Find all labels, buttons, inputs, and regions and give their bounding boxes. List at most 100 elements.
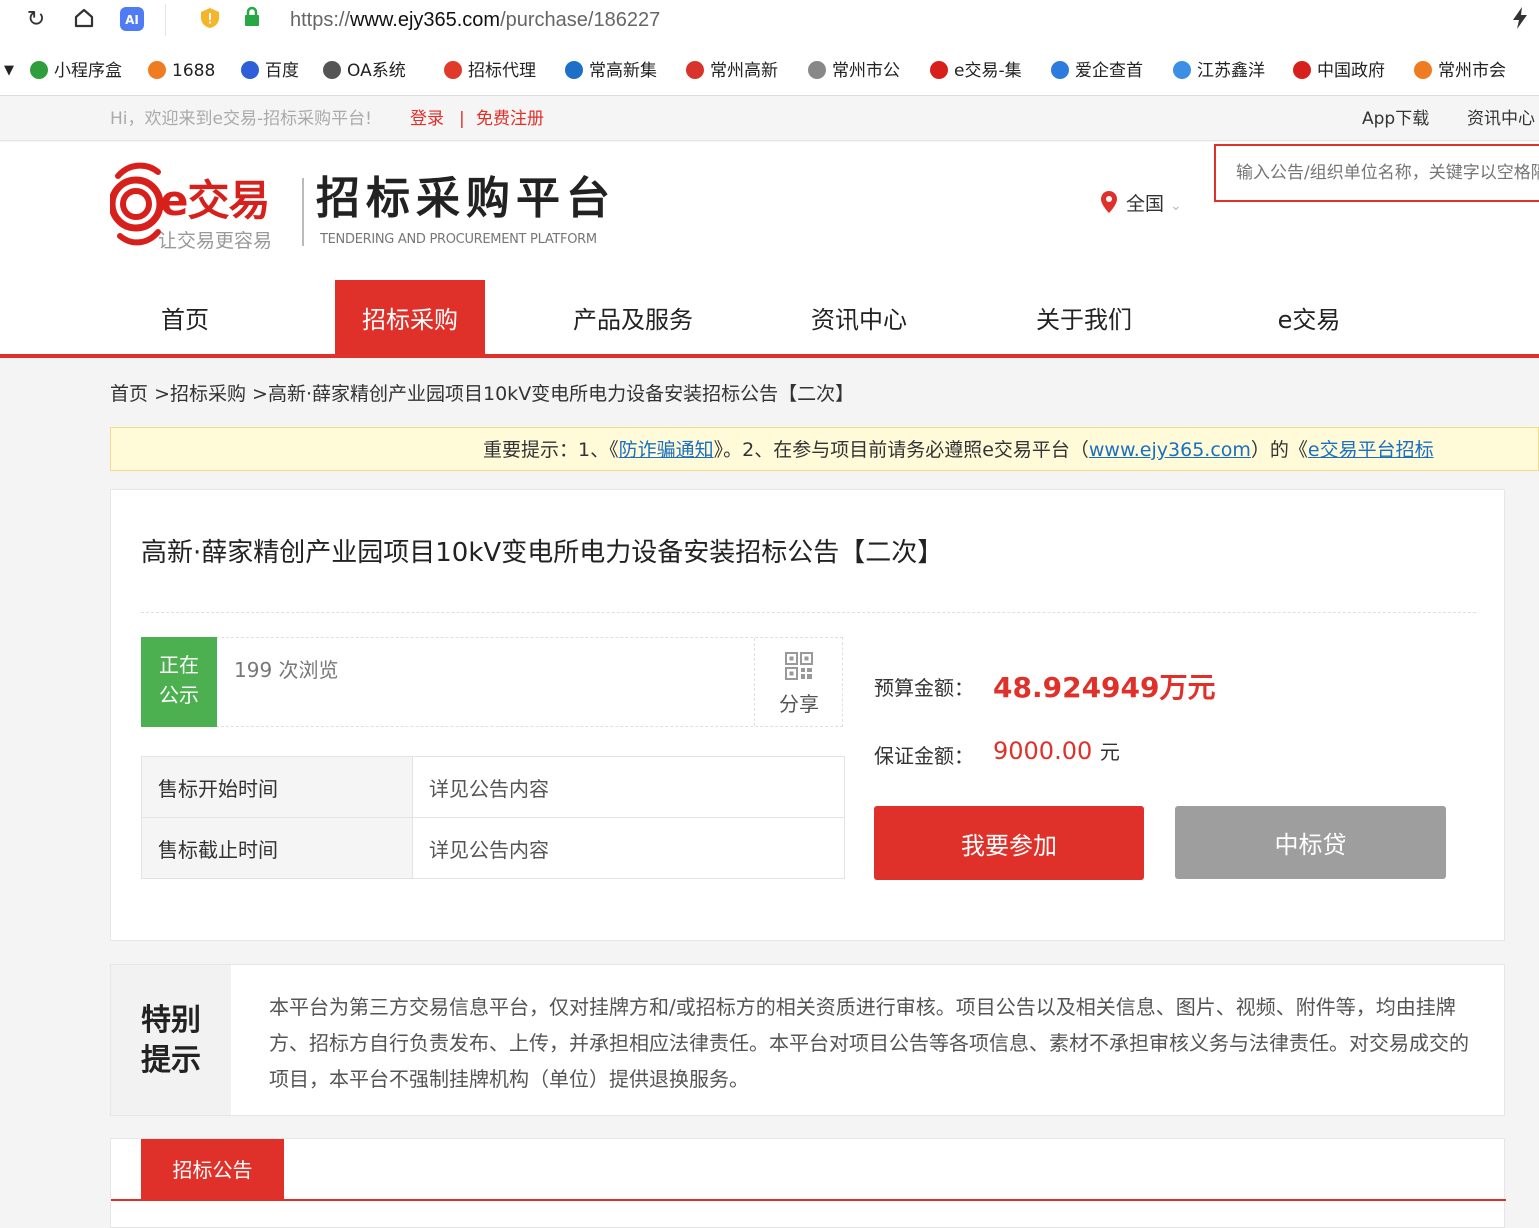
bookmark-item[interactable]: e交易-集 (930, 58, 1038, 84)
logo-name[interactable]: e交易 (160, 176, 270, 226)
lightning-icon[interactable] (1506, 6, 1534, 34)
breadcrumb-home[interactable]: 首页 (110, 383, 148, 405)
deposit-unit: 元 (1099, 740, 1120, 764)
deposit-value: 9000.00 (993, 737, 1093, 765)
top-strip: Hi，欢迎来到e交易-招标采购平台! 登录 | 免费注册 App下载 资讯中心 (0, 97, 1539, 141)
budget-value: 48.924949万元 (993, 671, 1216, 704)
bookmark-label: 小程序盒 (54, 61, 122, 81)
table-row: 售标截止时间 详见公告内容 (141, 817, 845, 879)
region-selector[interactable]: 全国 ⌄ (1100, 190, 1182, 220)
oa-icon (323, 61, 341, 79)
platform-rules-link[interactable]: e交易平台招标 (1308, 439, 1434, 461)
platform-name: 招标采购平台 (316, 173, 616, 224)
welcome-text: Hi，欢迎来到e交易-招标采购平台! (110, 109, 372, 129)
special-notice-heading: 特别 提示 (111, 965, 231, 1115)
app-download-link[interactable]: App下载 (1362, 107, 1429, 131)
bookmark-item[interactable]: 江苏鑫洋 (1173, 58, 1281, 84)
bookmark-label: 爱企查首 (1075, 61, 1143, 81)
location-pin-icon (1101, 191, 1117, 213)
czsh-icon (1414, 61, 1432, 79)
announcement-section: 招标公告 (110, 1138, 1506, 1228)
browser-chrome: ↻ AI https://www.ejy365.com/purchase/186… (0, 0, 1539, 96)
bookmark-item[interactable]: 招标代理 (444, 58, 552, 84)
bookmarks-menu-arrow-icon[interactable]: ▼ (4, 58, 14, 84)
status-badge: 正在公示 (141, 637, 217, 727)
bookmark-item[interactable]: 1688 (148, 58, 256, 84)
baidu-icon (241, 61, 259, 79)
anti-fraud-link[interactable]: 防诈骗通知 (619, 439, 714, 461)
important-notice: 重要提示：1、《防诈骗通知》。2、在参与项目前请务必遵照e交易平台（www.ej… (110, 427, 1539, 471)
project-title: 高新·薛家精创产业园项目10kV变电所电力设备安装招标公告【二次】 (141, 538, 944, 568)
reload-icon[interactable]: ↻ (22, 6, 50, 34)
breadcrumb-section[interactable]: 招标采购 (170, 383, 246, 405)
search-input[interactable] (1236, 158, 1539, 188)
1688-icon (148, 61, 166, 79)
bookmark-label: 常州市会 (1438, 61, 1506, 81)
cgx-icon (565, 61, 583, 79)
bookmark-label: 中国政府 (1317, 61, 1385, 81)
bookmark-label: OA系统 (347, 61, 406, 81)
share-button[interactable]: 分享 (754, 638, 842, 726)
bid-loan-button[interactable]: 中标贷 (1175, 806, 1446, 879)
czgx-icon (686, 61, 704, 79)
deposit-label: 保证金额： (874, 744, 974, 768)
shield-icon (30, 61, 48, 79)
lock-icon[interactable] (238, 6, 266, 34)
bookmark-label: 常州高新 (710, 61, 778, 81)
tab-bid-announcement[interactable]: 招标公告 (141, 1139, 284, 1200)
bookmark-item[interactable]: 中国政府 (1293, 58, 1401, 84)
share-label: 分享 (779, 692, 819, 716)
nav-products[interactable]: 产品及服务 (558, 280, 708, 354)
special-notice-heading-line2: 提示 (141, 1043, 201, 1078)
nav-ejy[interactable]: e交易 (1234, 280, 1384, 354)
project-card: 高新·薛家精创产业园项目10kV变电所电力设备安装招标公告【二次】 正在公示 1… (110, 489, 1505, 941)
sale-start-label: 售标开始时间 (141, 756, 413, 818)
site-link[interactable]: www.ejy365.com (1089, 439, 1251, 461)
ai-icon[interactable]: AI (118, 6, 146, 34)
main-nav: 首页 招标采购 产品及服务 资讯中心 关于我们 e交易 (0, 280, 1539, 354)
view-count: 199 次浏览 (234, 658, 339, 682)
topbar-separator: | (459, 109, 465, 129)
logo-slogan: 让交易更容易 (158, 230, 273, 252)
register-link[interactable]: 免费注册 (476, 107, 544, 131)
qr-code-icon (785, 652, 813, 680)
chrome-divider (165, 4, 166, 36)
emblem-icon (1293, 61, 1311, 79)
budget-label: 预算金额： (874, 676, 974, 700)
news-center-link[interactable]: 资讯中心 (1467, 107, 1535, 131)
sale-end-label: 售标截止时间 (141, 817, 413, 879)
sale-end-value: 详见公告内容 (412, 817, 845, 879)
special-notice-heading-line1: 特别 (141, 1003, 201, 1038)
nav-home[interactable]: 首页 (110, 280, 260, 354)
status-bar: 正在公示 199 次浏览 分享 (141, 637, 843, 727)
join-button[interactable]: 我要参加 (874, 806, 1144, 880)
bookmark-item[interactable]: 小程序盒 (30, 58, 138, 84)
bookmark-item[interactable]: 爱企查首 (1051, 58, 1159, 84)
sale-time-table: 售标开始时间 详见公告内容 售标截止时间 详见公告内容 (141, 756, 845, 879)
table-row: 售标开始时间 详见公告内容 (141, 756, 845, 818)
bookmark-label: 招标代理 (468, 61, 536, 81)
url-bar[interactable]: https://www.ejy365.com/purchase/186227 (290, 6, 660, 34)
bookmark-item[interactable]: 常州市公 (808, 58, 916, 84)
notice-mid2: ）的《 (1250, 439, 1308, 461)
search-box[interactable] (1214, 144, 1539, 202)
nav-about[interactable]: 关于我们 (1009, 280, 1159, 354)
nav-news[interactable]: 资讯中心 (784, 280, 934, 354)
pdf-icon (444, 61, 462, 79)
jsxy-icon (1173, 61, 1191, 79)
bookmark-label: e交易-集 (954, 61, 1022, 81)
notice-mid: 》。2、在参与项目前请务必遵照e交易平台（ (713, 439, 1089, 461)
bookmark-label: 百度 (265, 61, 299, 81)
home-icon[interactable] (70, 6, 98, 34)
bookmark-item[interactable]: OA系统 (323, 58, 431, 84)
bookmark-item[interactable]: 常州高新 (686, 58, 794, 84)
bookmark-item[interactable]: 常高新集 (565, 58, 673, 84)
warning-shield-icon[interactable] (196, 6, 224, 34)
bookmark-item[interactable]: 常州市会 (1414, 58, 1522, 84)
login-link[interactable]: 登录 (410, 107, 444, 131)
tab-underline (111, 1199, 1506, 1201)
nav-purchase[interactable]: 招标采购 (335, 280, 485, 354)
sale-start-value: 详见公告内容 (412, 756, 845, 818)
chevron-down-icon: ⌄ (1170, 198, 1182, 214)
globe-icon (808, 61, 826, 79)
